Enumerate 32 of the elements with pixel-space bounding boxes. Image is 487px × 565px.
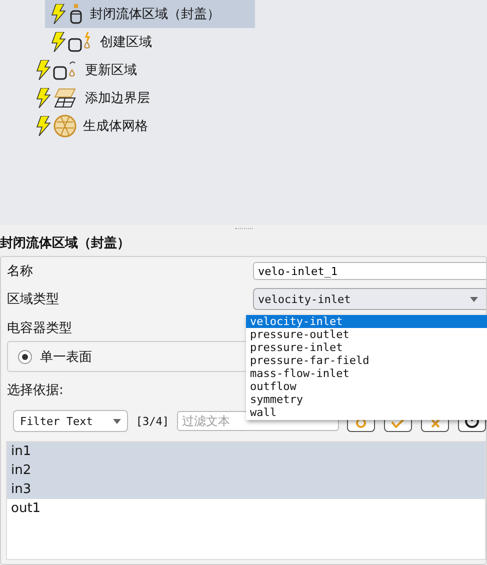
list-item[interactable]: in1 xyxy=(7,442,485,461)
section-label: 电容器类型 xyxy=(7,320,72,337)
check-icon xyxy=(391,418,405,428)
tree-item[interactable]: 更新区域 xyxy=(35,56,255,84)
mesh-sphere-icon xyxy=(53,114,77,138)
tree-item[interactable]: 生成体网格 xyxy=(35,112,255,140)
name-field[interactable]: velo-inlet_1 xyxy=(253,262,486,280)
lightning-icon xyxy=(50,32,66,52)
field-label: 区域类型 xyxy=(7,291,60,308)
radio-label: 单一表面 xyxy=(40,348,92,366)
lightning-icon xyxy=(50,4,66,24)
tree-item[interactable]: 添加边界层 xyxy=(35,84,255,112)
cylinder-icon xyxy=(68,4,84,24)
close-icon xyxy=(430,419,440,428)
list-item[interactable]: in2 xyxy=(7,461,485,480)
lightning-icon xyxy=(35,88,51,108)
circle-icon xyxy=(356,418,366,428)
count-label: [3/4] xyxy=(136,414,169,428)
field-label: 名称 xyxy=(7,263,34,280)
caret-icon xyxy=(470,296,478,302)
section-label: 选择依据: xyxy=(7,382,64,399)
list-item[interactable]: in3 xyxy=(7,480,485,499)
zone-type-dropdown[interactable]: velocity-inlet xyxy=(253,288,486,310)
filter-mode-dropdown[interactable]: Filter Text xyxy=(13,410,128,432)
radio-button[interactable] xyxy=(18,350,32,364)
lightning-icon xyxy=(35,60,51,80)
caret-icon xyxy=(112,418,121,424)
dropdown-option[interactable]: velocity-inlet xyxy=(246,315,487,328)
tree-item[interactable]: 创建区域 xyxy=(45,28,255,56)
panel-title: 封闭流体区域（封盖） xyxy=(0,234,131,253)
lightning-icon xyxy=(35,116,51,136)
tree-item[interactable]: 封闭流体区域（封盖） xyxy=(45,0,255,28)
